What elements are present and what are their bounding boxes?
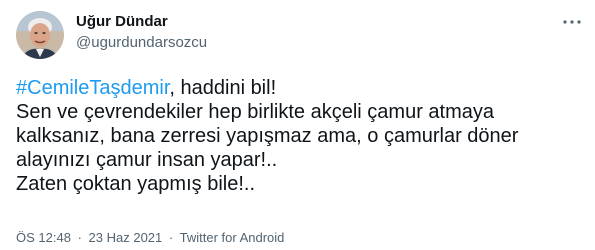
meta-separator: · [77, 230, 82, 245]
meta-separator: · [168, 230, 174, 245]
author-name[interactable]: Uğur Dündar [76, 13, 168, 30]
tweet-card: Uğur Dündar @ugurdundarsozcu #CemileTaşd… [0, 0, 595, 250]
tweet-line-5: Zaten çoktan yapmış bile!.. [16, 173, 256, 195]
more-options-button[interactable] [560, 10, 584, 34]
tweet-source-link[interactable]: Twitter for Android [180, 230, 285, 245]
tweet-line-1: #CemileTaşdemir, haddini bil! [16, 76, 581, 100]
more-options-icon [563, 20, 581, 24]
tweet-line-1-text: , haddini bil! [169, 77, 277, 99]
avatar[interactable] [16, 11, 64, 59]
avatar-portrait-icon [16, 11, 64, 59]
tweet-line-2: Sen ve çevrendekiler hep birlikte akçeli… [16, 101, 494, 123]
tweet-date[interactable]: 23 Haz 2021 [89, 230, 163, 245]
hashtag-link[interactable]: #CemileTaşdemir [16, 77, 169, 99]
author-handle[interactable]: @ugurdundarsozcu [76, 34, 207, 51]
tweet-line-4: alayınızı çamur insan yapar!.. [16, 149, 278, 171]
tweet-time[interactable]: ÖS 12:48 [16, 230, 71, 245]
tweet-line-3: kalksanız, bana zerresi yapışmaz ama, o … [16, 125, 519, 147]
tweet-text: #CemileTaşdemir, haddini bil! Sen ve çev… [16, 76, 581, 196]
tweet-meta: ÖS 12:48 · 23 Haz 2021 · Twitter for And… [16, 230, 284, 245]
